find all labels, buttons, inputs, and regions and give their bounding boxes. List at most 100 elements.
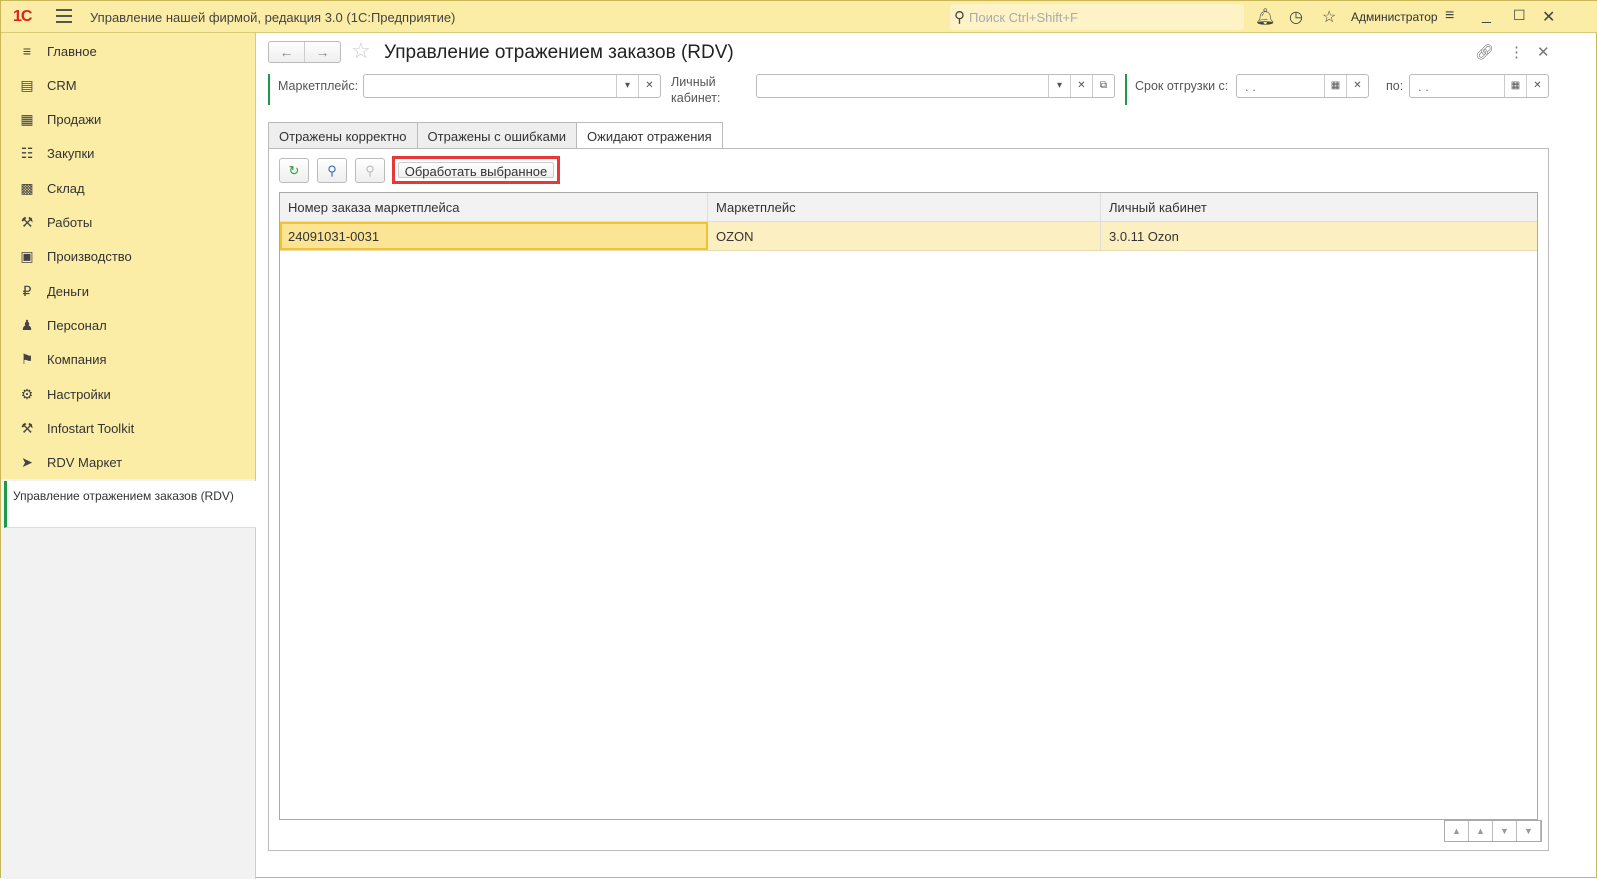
sidebar-item[interactable]: ⚙ Настройки <box>1 377 255 411</box>
sidebar-item-label: Склад <box>47 180 85 196</box>
back-icon[interactable]: ← <box>269 42 305 62</box>
sections-panel: ≡ Главное ▤ CRM ▦ Продажи ☷ Закупки ▩ Склад ⚒ Работ… <box>1 33 256 479</box>
gear-icon: ⚙ <box>20 385 34 402</box>
sidebar-item[interactable]: ₽ Деньги <box>1 274 255 308</box>
sidebar-item-label: Деньги <box>47 283 89 299</box>
calendar-icon[interactable]: ▦ <box>1324 75 1346 97</box>
column-marketplace[interactable]: Маркетплейс <box>708 193 1101 221</box>
sidebar-item[interactable]: ⚒ Infostart Toolkit <box>1 411 255 445</box>
open-icon[interactable]: ⧉ <box>1092 75 1114 97</box>
sidebar-item-label: Infostart Toolkit <box>47 420 135 436</box>
column-cabinet[interactable]: Личный кабинет <box>1101 193 1537 221</box>
ship-to-field[interactable]: . . ▦ ✕ <box>1409 74 1549 98</box>
page-title: Управление отражением заказов (RDV) <box>384 42 734 63</box>
clear-icon[interactable]: ✕ <box>1526 75 1548 97</box>
refresh-button[interactable]: ↻ <box>279 158 309 183</box>
tab-bar: Отражены корректно Отражены с ошибками О… <box>268 122 723 149</box>
1c-logo: 1С <box>13 8 32 25</box>
contact-card-icon: ▤ <box>20 76 34 93</box>
sidebar-item[interactable]: ▦ Продажи <box>1 103 255 137</box>
open-window-item[interactable]: Управление отражением заказов (RDV) <box>4 481 256 528</box>
forward-icon[interactable]: → <box>305 42 340 62</box>
sidebar-item[interactable]: ♟ Персонал <box>1 308 255 342</box>
search-placeholder: Поиск Ctrl+Shift+F <box>969 9 1078 25</box>
order-number-cell[interactable]: 24091031-0031 <box>280 222 708 250</box>
sidebar-item[interactable]: ⚑ Компания <box>1 343 255 377</box>
cabinet-label-2: кабинет: <box>671 91 721 105</box>
ship-from-field[interactable]: . . ▦ ✕ <box>1236 74 1369 98</box>
people-icon: ♟ <box>20 316 34 333</box>
sidebar-item-label: Главное <box>47 43 97 59</box>
clear-icon[interactable]: ✕ <box>1070 75 1092 97</box>
scroll-first-icon[interactable]: ▲ <box>1445 821 1469 841</box>
wrench-icon: ⚒ <box>20 419 34 436</box>
user-name[interactable]: Администратор <box>1351 10 1438 24</box>
sidebar-item[interactable]: ⚒ Работы <box>1 206 255 240</box>
warehouse-icon: ▩ <box>20 179 34 196</box>
tab-reflected-with-errors[interactable]: Отражены с ошибками <box>416 122 578 149</box>
tab-awaiting-reflection[interactable]: Ожидают отражения <box>576 122 723 149</box>
cart-icon: ☷ <box>20 145 34 162</box>
cabinet-cell[interactable]: 3.0.11 Ozon <box>1101 222 1537 250</box>
more-icon[interactable]: ⋮ <box>1509 43 1524 61</box>
marketplace-label: Маркетплейс: <box>278 79 359 93</box>
dropdown-icon[interactable]: ▾ <box>1048 75 1070 97</box>
column-order-number[interactable]: Номер заказа маркетплейса <box>280 193 708 221</box>
nav-buttons: ← → <box>268 41 341 63</box>
cabinet-field[interactable]: ▾ ✕ ⧉ <box>756 74 1115 98</box>
sidebar-item[interactable]: ☷ Закупки <box>1 137 255 171</box>
scroll-down-icon[interactable]: ▼ <box>1493 821 1517 841</box>
filter-group-divider <box>268 74 270 105</box>
ship-from-value[interactable]: . . <box>1237 75 1324 97</box>
title-bar: 1С Управление нашей фирмой, редакция 3.0… <box>1 1 1597 33</box>
history-icon[interactable]: ◷ <box>1289 7 1303 27</box>
marketplace-field[interactable]: ▾ ✕ <box>363 74 661 98</box>
link-icon[interactable]: 🔗︎ <box>1475 43 1494 61</box>
scroll-last-icon[interactable]: ▼ <box>1517 821 1541 841</box>
sidebar-item[interactable]: ≡ Главное <box>1 34 255 68</box>
bell-icon[interactable]: 🔔︎ <box>1255 7 1275 27</box>
tab-reflected-correctly[interactable]: Отражены корректно <box>268 122 418 149</box>
cancel-search-button[interactable]: ⚲ <box>355 158 385 183</box>
app-title: Управление нашей фирмой, редакция 3.0 (1… <box>90 10 456 25</box>
ruble-icon: ₽ <box>22 282 32 299</box>
table-scroll-buttons: ▲ ▲ ▼ ▼ <box>1444 820 1542 842</box>
orders-table[interactable]: Номер заказа маркетплейса Маркетплейс Ли… <box>279 192 1538 820</box>
favorite-star-icon[interactable]: ☆ <box>351 38 371 64</box>
cabinet-label-1: Личный <box>671 75 716 89</box>
sidebar-item-label: Продажи <box>47 112 102 128</box>
clear-icon[interactable]: ✕ <box>1346 75 1368 97</box>
sidebar-item[interactable]: ▤ CRM <box>1 68 255 102</box>
tools-icon: ⚒ <box>20 214 34 230</box>
sidebar-item-label: CRM <box>47 77 77 93</box>
search-input[interactable]: ⚲ Поиск Ctrl+Shift+F <box>950 4 1244 30</box>
main-menu-icon[interactable] <box>56 9 72 23</box>
sidebar-item-label: Производство <box>47 249 132 265</box>
calendar-icon[interactable]: ▦ <box>1504 75 1526 97</box>
filter-group-divider <box>1125 74 1127 105</box>
form-area: ← → ☆ Управление отражением заказов (RDV)… <box>257 33 1596 877</box>
clear-icon[interactable]: ✕ <box>638 75 660 97</box>
marketplace-value[interactable] <box>364 75 616 97</box>
table-row[interactable]: 24091031-0031 OZON 3.0.11 Ozon <box>280 222 1537 251</box>
marketplace-cell[interactable]: OZON <box>708 222 1101 250</box>
process-selected-button[interactable]: Обработать выбранное <box>398 162 554 179</box>
table-header: Номер заказа маркетплейса Маркетплейс Ли… <box>280 193 1537 222</box>
settings-menu-icon[interactable]: ≡ <box>1445 7 1454 25</box>
minimize-icon[interactable]: _ <box>1482 7 1491 25</box>
process-selected-highlight: Обработать выбранное <box>392 156 560 184</box>
ship-to-value[interactable]: . . <box>1410 75 1504 97</box>
sidebar-item[interactable]: ▣ Производство <box>1 240 255 274</box>
star-icon[interactable]: ☆ <box>1322 7 1336 27</box>
close-icon[interactable]: ✕ <box>1542 7 1555 27</box>
sidebar-item[interactable]: ▩ Склад <box>1 171 255 205</box>
tab-panel: ↻ ⚲ ⚲ Обработать выбранное Номер заказа … <box>268 148 1549 851</box>
maximize-icon[interactable]: ☐ <box>1513 7 1526 24</box>
scroll-up-icon[interactable]: ▲ <box>1469 821 1493 841</box>
sidebar-item[interactable]: ➤ RDV Маркет <box>1 446 255 480</box>
cabinet-value[interactable] <box>757 75 1048 97</box>
dropdown-icon[interactable]: ▾ <box>616 75 638 97</box>
sidebar-item-label: Работы <box>47 215 93 230</box>
close-form-icon[interactable]: ✕ <box>1537 43 1550 61</box>
search-button[interactable]: ⚲ <box>317 158 347 183</box>
